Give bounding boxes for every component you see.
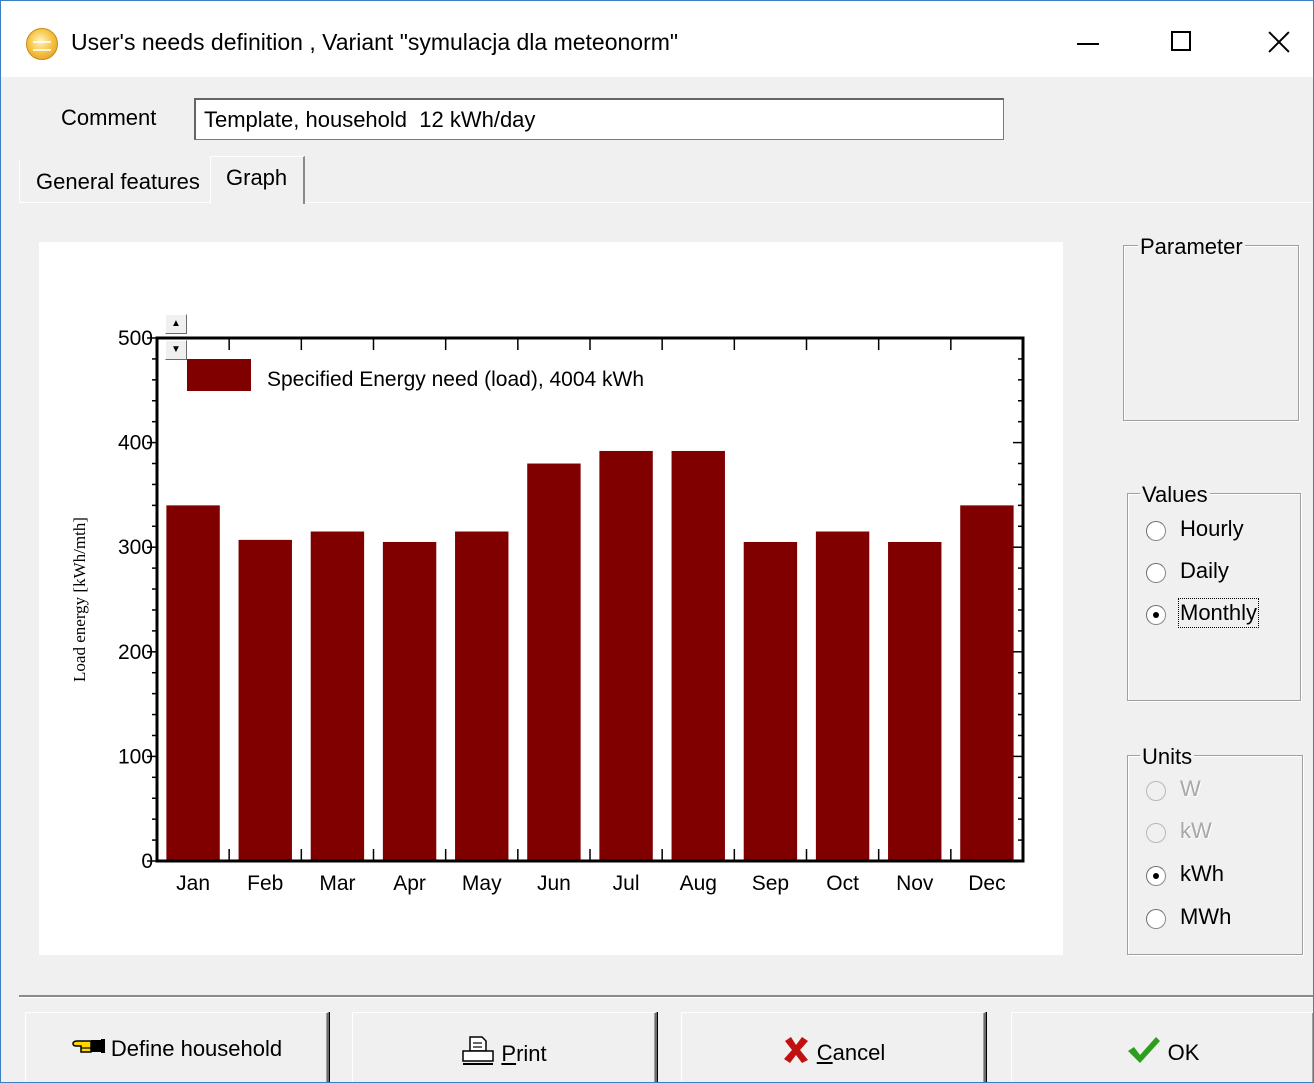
- y-tick-label: 200: [118, 641, 153, 664]
- x-tick-label-feb: Feb: [247, 872, 283, 895]
- radio-daily-indicator[interactable]: [1146, 563, 1166, 583]
- values-group-title: Values: [1140, 482, 1210, 508]
- define-household-label: Define household: [110, 1036, 283, 1062]
- print-button[interactable]: Print: [352, 1012, 657, 1082]
- bar-aug: [671, 450, 725, 861]
- cancel-label: Cancel: [816, 1040, 886, 1065]
- x-tick-label-mar: Mar: [319, 872, 355, 895]
- bar-jul: [599, 450, 653, 861]
- ok-label: OK: [1167, 1040, 1200, 1065]
- bar-oct: [815, 531, 870, 861]
- bar-mar: [310, 531, 365, 861]
- units-group-title: Units: [1140, 744, 1195, 770]
- comment-label: Comment: [61, 105, 157, 130]
- printer-icon: [461, 1035, 495, 1073]
- x-tick-label-aug: Aug: [680, 872, 717, 895]
- print-label: Print: [501, 1041, 547, 1066]
- dialog-window: User's needs definition , Variant "symul…: [0, 0, 1314, 1083]
- radio-hourly-indicator[interactable]: [1146, 521, 1166, 541]
- app-sun-icon: [26, 28, 58, 60]
- tab-graph[interactable]: Graph: [210, 156, 305, 204]
- load-energy-chart: 0 100 200 300 400 500 Jan Feb Mar Apr May Jun Jul Aug…: [70, 327, 1025, 895]
- radio-mwh-indicator[interactable]: [1146, 909, 1166, 929]
- parameter-group-title: Parameter: [1138, 234, 1245, 260]
- bar-jan: [166, 505, 220, 861]
- y-axis-label: Load energy [kWh/mth]: [70, 517, 89, 682]
- radio-w-indicator: [1146, 781, 1166, 801]
- comment-input[interactable]: [194, 98, 1004, 140]
- cancel-button[interactable]: Cancel: [681, 1012, 986, 1082]
- radio-kwh-indicator[interactable]: [1146, 866, 1166, 886]
- green-checkmark-icon: [1126, 1035, 1162, 1071]
- x-tick-label-jul: Jul: [613, 872, 640, 895]
- units-group: Units W kW kWh MWh: [1127, 744, 1303, 955]
- y-tick-label: 400: [118, 432, 153, 455]
- x-tick-label-jun: Jun: [537, 872, 571, 895]
- x-tick-label-dec: Dec: [968, 872, 1005, 895]
- window-title: User's needs definition , Variant "symul…: [71, 29, 679, 55]
- bar-sep: [743, 541, 798, 861]
- radio-daily-label: Daily: [1180, 558, 1229, 583]
- scale-down-arrow-icon[interactable]: ▼: [165, 340, 187, 360]
- bar-nov: [888, 541, 942, 861]
- x-tick-label-nov: Nov: [896, 872, 934, 895]
- maximize-button[interactable]: [1169, 23, 1213, 63]
- y-tick-label: 0: [141, 850, 153, 873]
- bar-may: [455, 531, 509, 861]
- tab-panel-border: [304, 202, 1313, 203]
- scale-up-arrow-icon[interactable]: ▲: [165, 314, 187, 334]
- x-tick-label-oct: Oct: [826, 872, 859, 895]
- title-bar[interactable]: User's needs definition , Variant "symul…: [1, 1, 1313, 77]
- radio-kw-indicator: [1146, 823, 1166, 843]
- bar-apr: [382, 541, 437, 861]
- bottom-separator: [19, 995, 1313, 998]
- ok-button[interactable]: OK: [1011, 1012, 1313, 1082]
- x-tick-label-apr: Apr: [393, 872, 426, 895]
- red-x-icon: [781, 1035, 811, 1071]
- legend-swatch: [187, 359, 251, 391]
- radio-w-label: W: [1180, 776, 1201, 801]
- y-tick-label: 300: [118, 536, 153, 559]
- pointing-hand-icon: [71, 1036, 105, 1062]
- chart-area: 0 100 200 300 400 500 Jan Feb Mar Apr May Jun Jul Aug…: [39, 242, 1063, 955]
- radio-mwh-label: MWh: [1180, 904, 1232, 929]
- bar-dec: [960, 505, 1014, 861]
- x-tick-label-sep: Sep: [752, 872, 789, 895]
- radio-kwh-label: kWh: [1180, 861, 1224, 886]
- radio-monthly-label: Monthly: [1177, 598, 1260, 628]
- tab-general-features[interactable]: General features: [19, 161, 211, 203]
- radio-monthly-indicator[interactable]: [1146, 605, 1166, 625]
- close-button[interactable]: [1263, 23, 1307, 63]
- x-tick-label-may: May: [462, 872, 502, 895]
- tab-panel-border: [19, 202, 211, 203]
- y-tick-label: 100: [118, 745, 153, 768]
- legend-label: Specified Energy need (load), 4004 kWh: [267, 368, 644, 391]
- radio-kw-label: kW: [1180, 818, 1212, 843]
- y-tick-label: 500: [118, 327, 153, 350]
- minimize-button[interactable]: [1073, 23, 1117, 63]
- radio-hourly-label: Hourly: [1180, 516, 1244, 541]
- bar-jun: [527, 463, 581, 861]
- x-tick-label-jan: Jan: [176, 872, 210, 895]
- define-household-button[interactable]: Define household: [25, 1012, 329, 1082]
- parameter-group: Parameter: [1123, 234, 1299, 421]
- values-group: Values Hourly Daily Monthly: [1127, 482, 1301, 701]
- bar-feb: [238, 539, 292, 861]
